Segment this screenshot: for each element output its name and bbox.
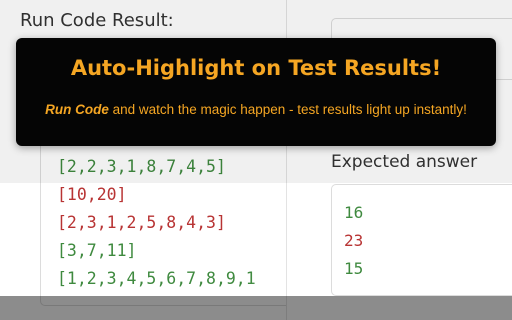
overflow-fade [251, 139, 287, 305]
testcase-input-line: [2,2,3,1,8,7,4,5] [57, 157, 226, 176]
banner-subtitle-emphasis: Run Code [45, 102, 109, 117]
code-result-screen: Run Code Result: [2,2,3,1,8,7,4,5] [10,2… [0, 0, 512, 320]
testcase-input-line: [10,20] [57, 185, 127, 204]
expected-answer-line: 15 [344, 259, 364, 278]
banner-title: Auto-Highlight on Test Results! [70, 56, 442, 80]
expected-answer-label: Expected answer [331, 152, 478, 172]
testcase-input-line: [2,3,1,2,5,8,4,3] [57, 213, 226, 232]
banner-subtitle-rest: and watch the magic happen - test result… [108, 102, 467, 117]
testcase-input-box[interactable]: [2,2,3,1,8,7,4,5] [10,20] [2,3,1,2,5,8,4… [40, 138, 287, 306]
banner-subtitle: Run Code and watch the magic happen - te… [16, 102, 496, 117]
feature-banner: Auto-Highlight on Test Results! Run Code… [16, 38, 496, 146]
testcase-input-list: [2,2,3,1,8,7,4,5] [10,20] [2,3,1,2,5,8,4… [57, 153, 256, 293]
expected-answer-box[interactable]: 16 23 15 [331, 184, 512, 296]
expected-answer-line: 23 [344, 231, 364, 250]
testcase-input-line: [3,7,11] [57, 241, 137, 260]
expected-answer-list: 16 23 15 [344, 199, 363, 283]
expected-answer-line: 16 [344, 203, 364, 222]
run-code-result-title: Run Code Result: [20, 10, 174, 31]
testcase-input-line: [1,2,3,4,5,6,7,8,9,1 [57, 269, 256, 288]
